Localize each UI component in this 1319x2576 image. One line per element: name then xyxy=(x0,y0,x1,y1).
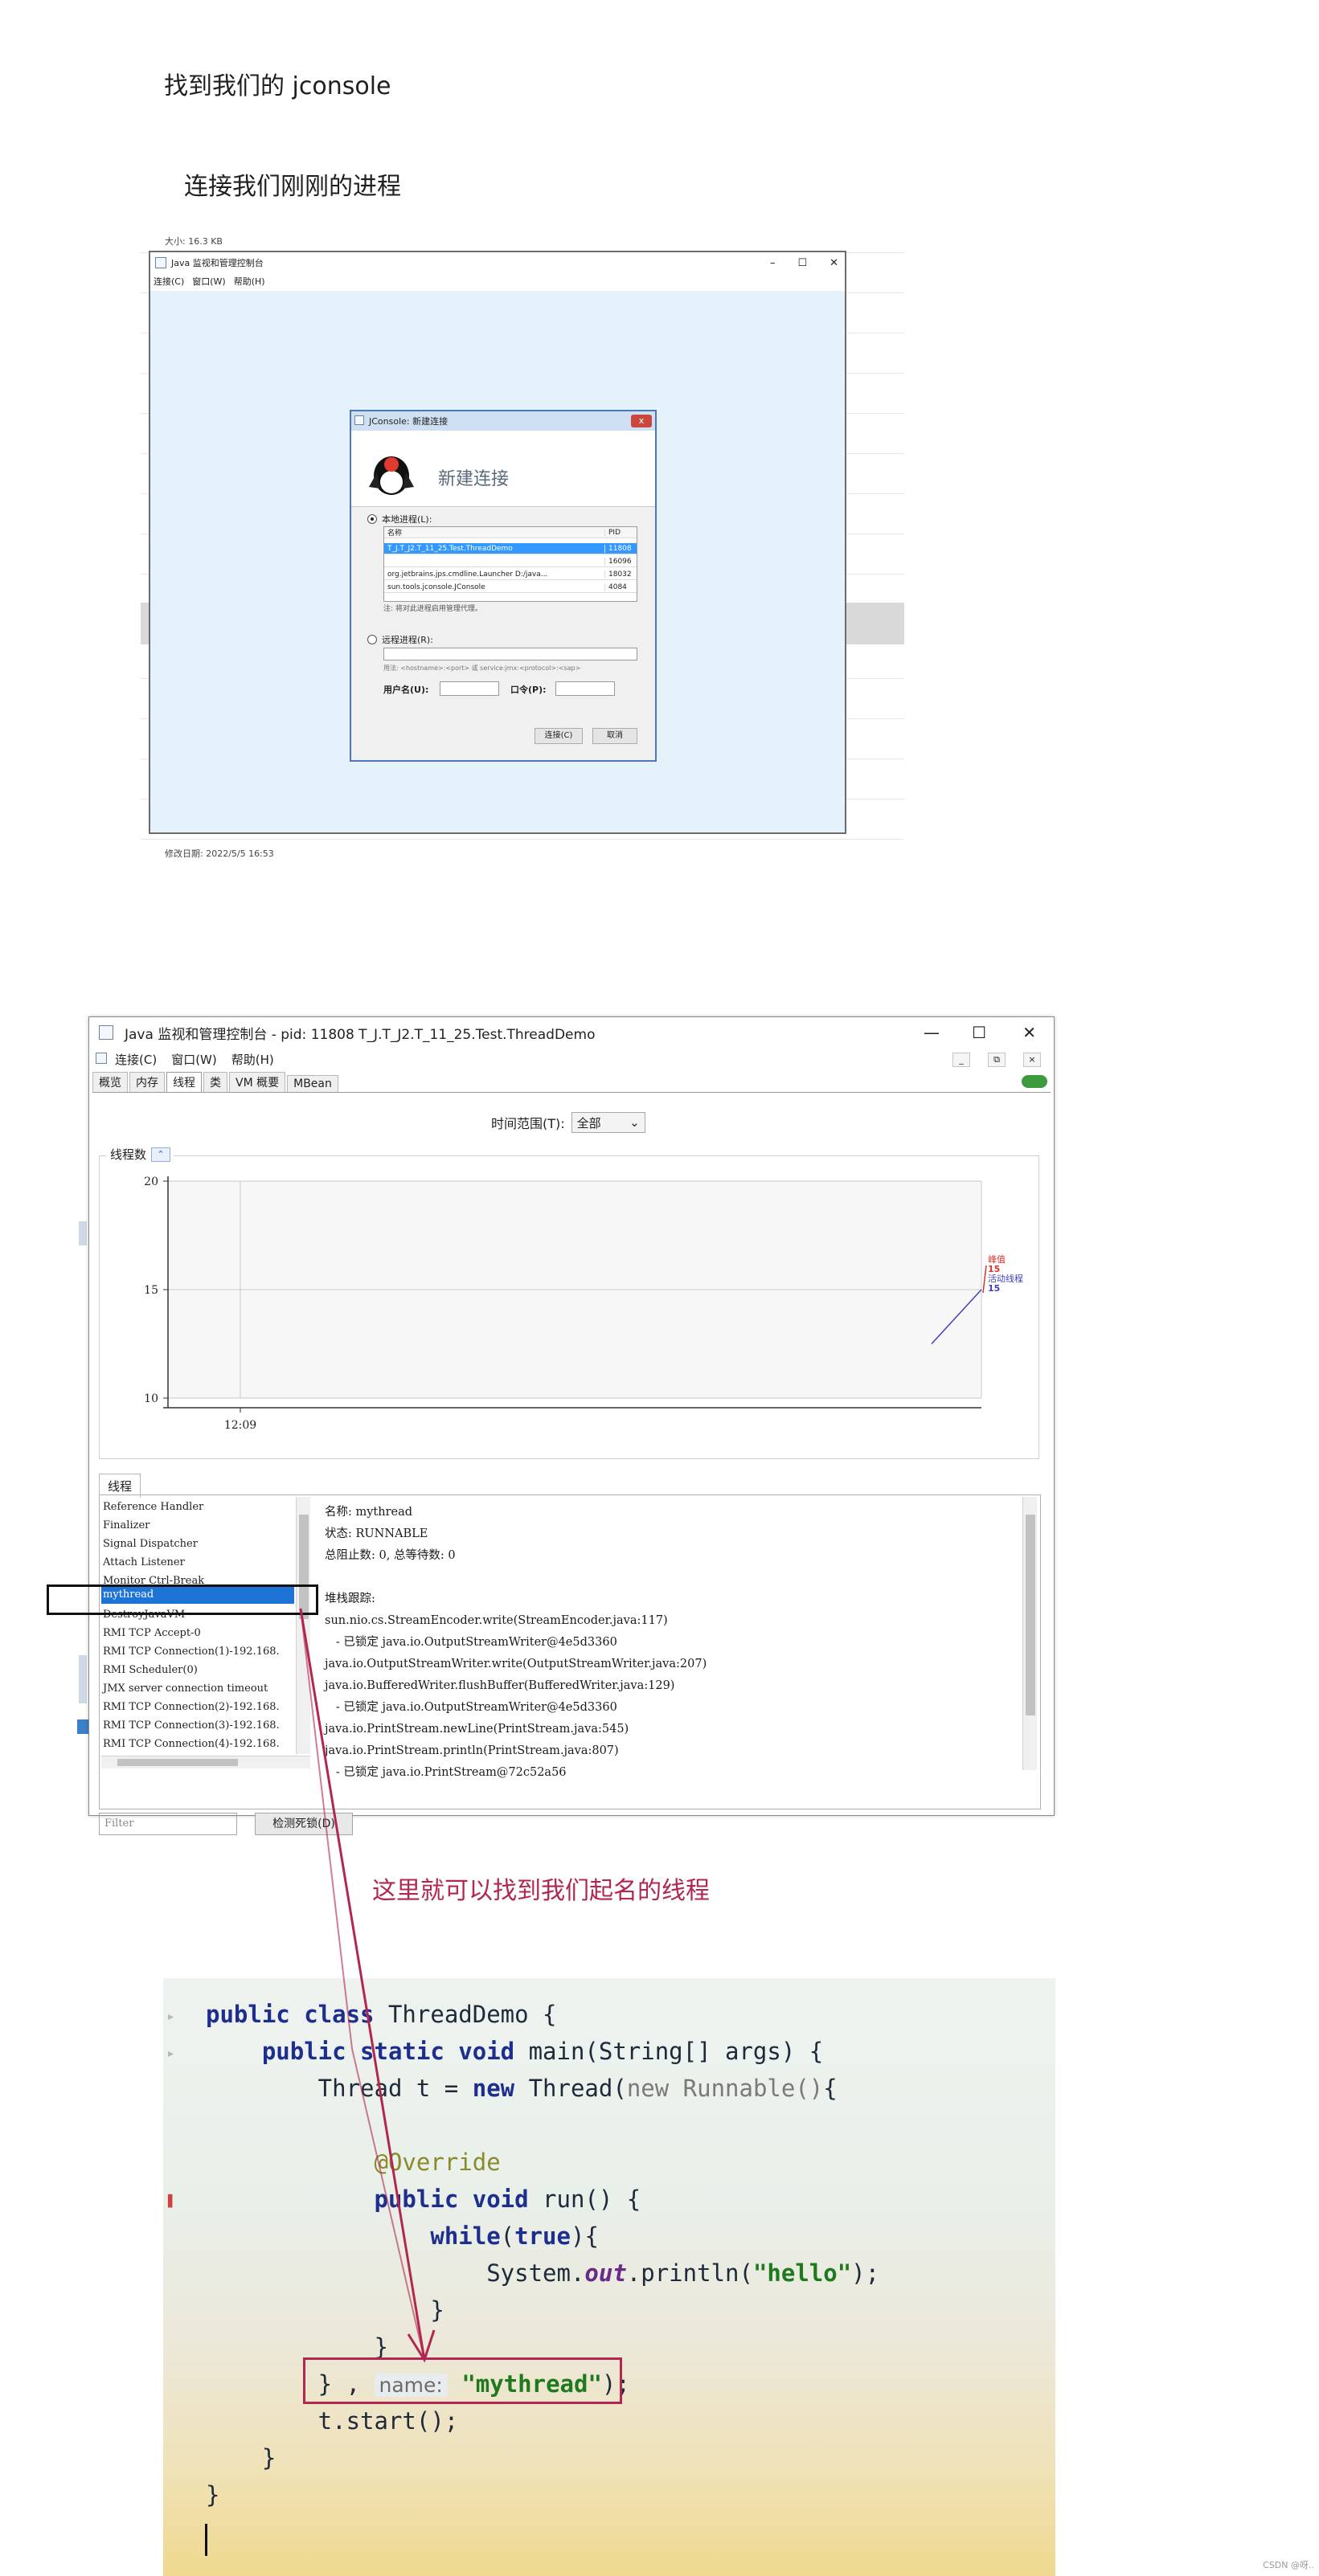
watermark: CSDN @呀.. xyxy=(1263,2560,1314,2570)
annotation-arrow xyxy=(299,1608,436,2363)
